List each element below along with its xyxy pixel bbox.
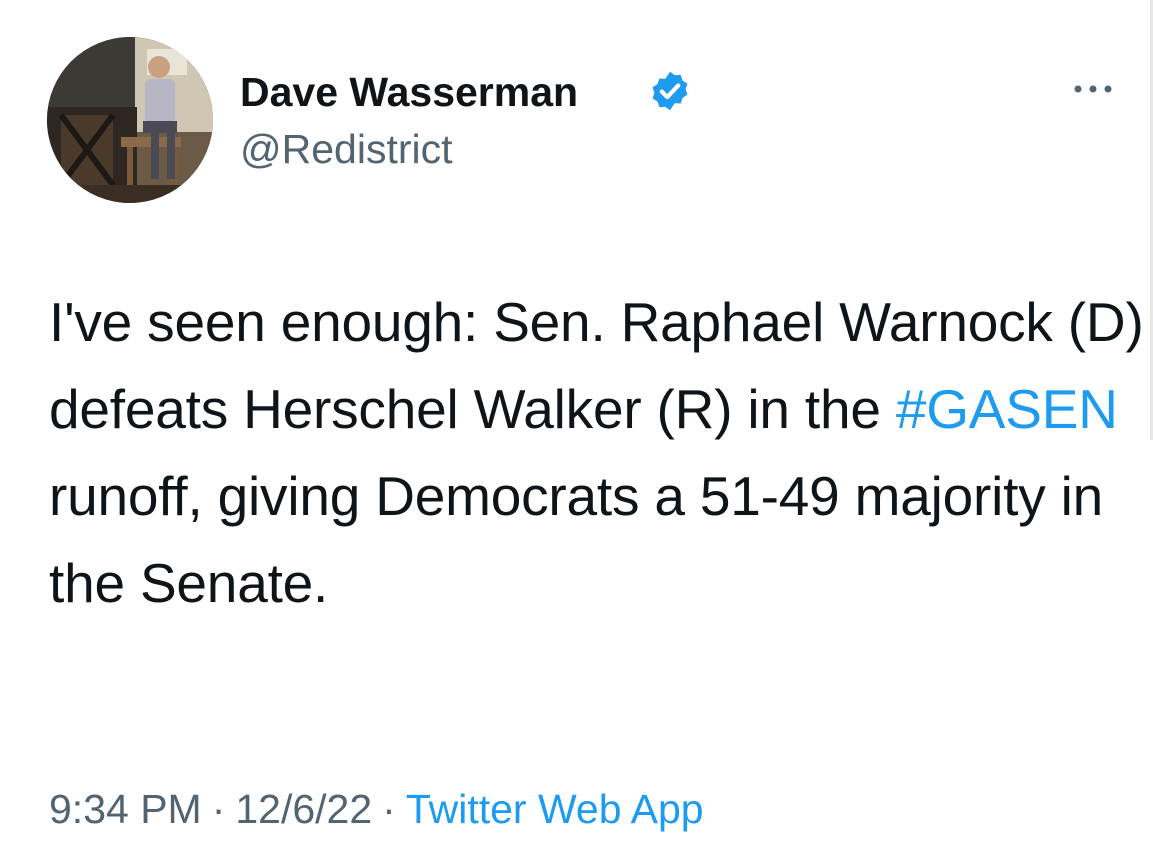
tweet-card: Dave Wasserman @Redistrict I've seen eno… <box>0 0 1153 851</box>
more-options-icon[interactable] <box>1068 74 1118 104</box>
hashtag-link[interactable]: #GASEN <box>896 378 1118 440</box>
author-display-name[interactable]: Dave Wasserman <box>240 66 578 118</box>
author-handle[interactable]: @Redistrict <box>240 123 453 175</box>
tweet-time[interactable]: 9:34 PM <box>49 786 202 832</box>
tweet-text: I've seen enough: Sen. Raphael Warnock (… <box>49 279 1144 627</box>
tweet-source-link[interactable]: Twitter Web App <box>406 786 704 832</box>
tweet-metadata: 9:34 PM · 12/6/22 · Twitter Web App <box>49 779 704 839</box>
avatar-photo <box>47 37 213 203</box>
separator-dot: · <box>211 786 226 832</box>
tweet-text-after: runoff, giving Democrats a 51-49 majorit… <box>49 465 1104 614</box>
avatar[interactable] <box>47 37 213 203</box>
separator-dot: · <box>382 786 396 832</box>
verified-badge-icon <box>652 71 688 111</box>
tweet-date[interactable]: 12/6/22 <box>235 786 372 832</box>
